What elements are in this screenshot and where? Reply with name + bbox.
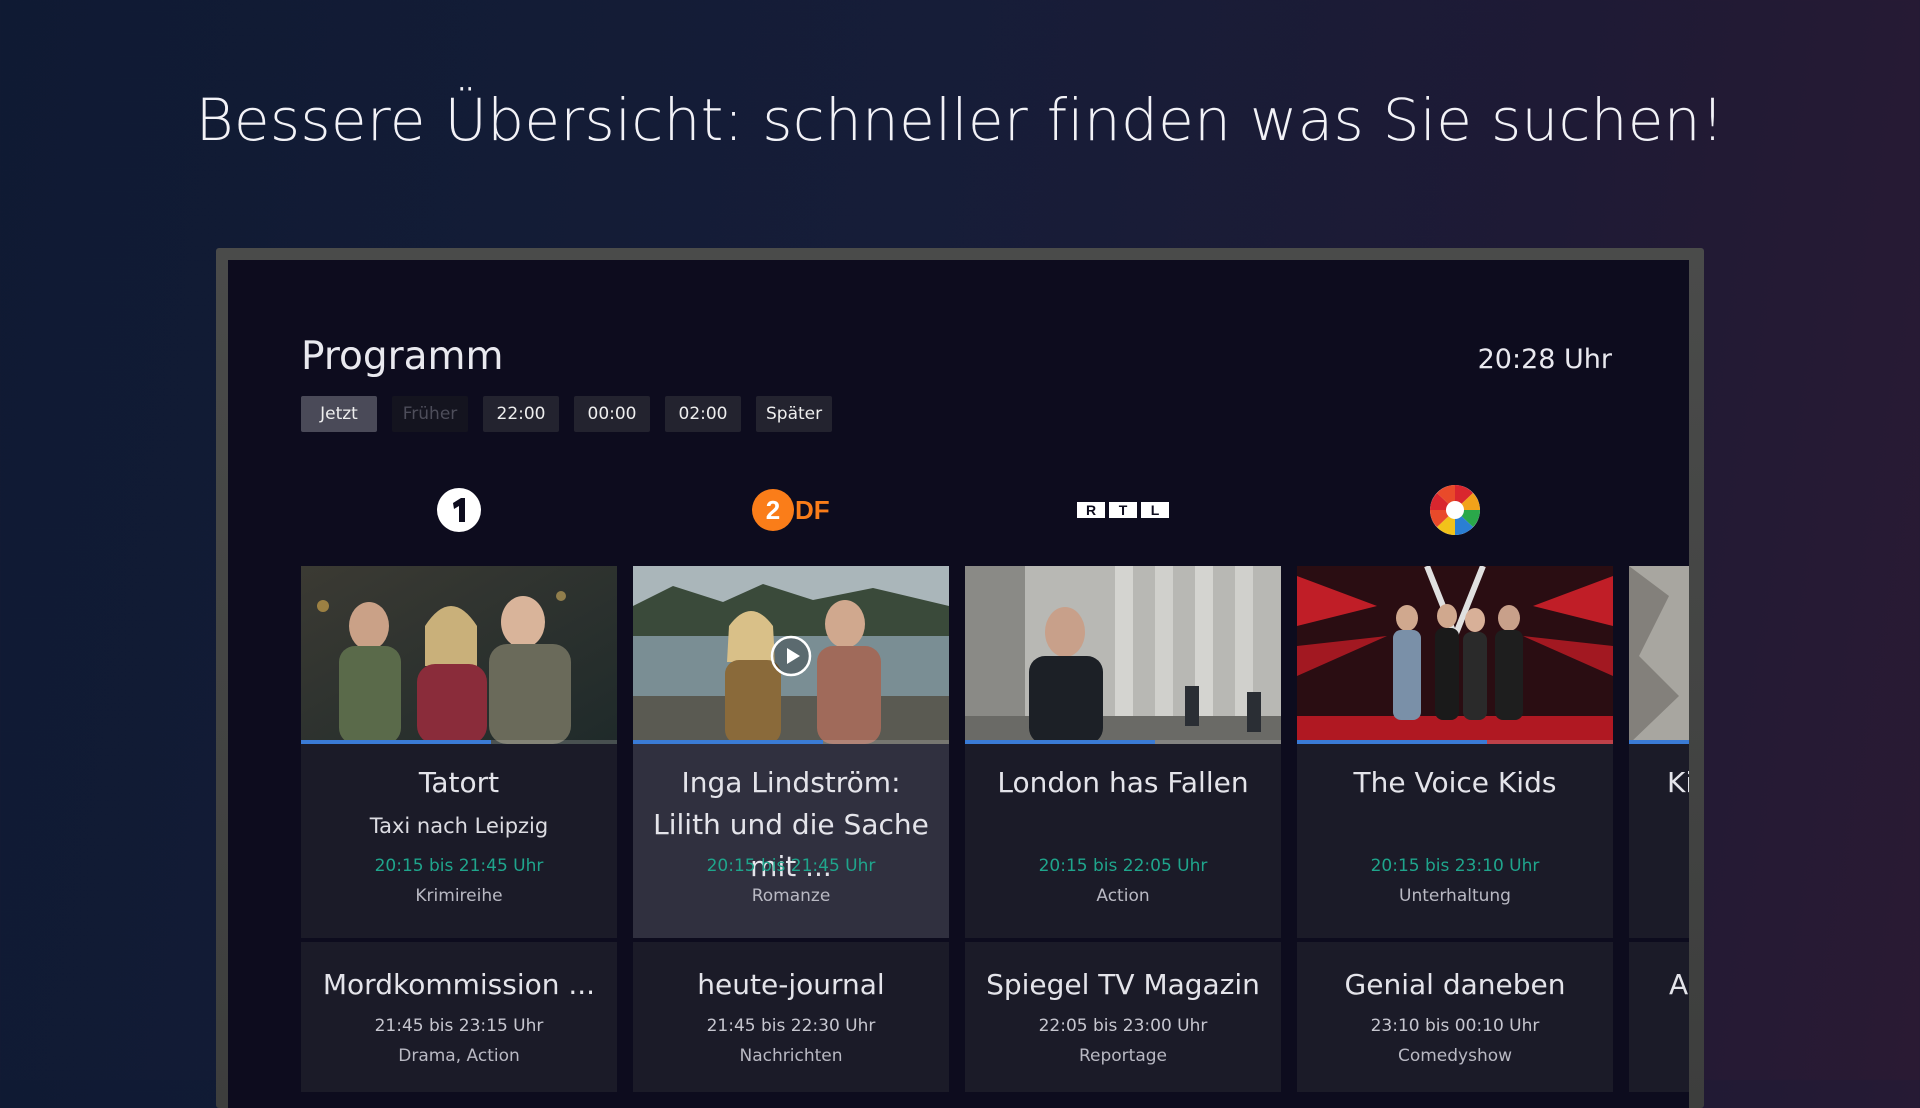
clock: 20:28 Uhr bbox=[1477, 344, 1612, 375]
play-icon[interactable] bbox=[769, 634, 813, 678]
zdf-logo-icon: 2 DF bbox=[752, 489, 830, 531]
time-tabs: Jetzt Früher 22:00 00:00 02:00 Später bbox=[301, 396, 833, 432]
program-title: Ki bbox=[1667, 766, 1689, 799]
program-genre: Romanze bbox=[751, 886, 831, 906]
tab-frueher[interactable]: Früher bbox=[392, 396, 468, 432]
page-title: Programm bbox=[301, 334, 504, 379]
program-title: A bbox=[1669, 968, 1689, 1001]
program-title: Mordkommission ... bbox=[322, 968, 596, 1001]
program-title: heute-journal bbox=[697, 968, 885, 1001]
program-subtitle: Taxi nach Leipzig bbox=[369, 814, 549, 838]
tab-jetzt[interactable]: Jetzt bbox=[301, 396, 377, 432]
tv-screen: Programm 20:28 Uhr Jetzt Früher 22:00 00… bbox=[228, 260, 1689, 1108]
channel-sat1[interactable] bbox=[1297, 470, 1613, 550]
program-thumbnail bbox=[1629, 566, 1689, 744]
program-title: Spiegel TV Magazin bbox=[986, 968, 1260, 1001]
program-time: 21:45 bis 23:15 Uhr bbox=[374, 1016, 544, 1036]
tab-0200[interactable]: 02:00 bbox=[665, 396, 741, 432]
tab-spaeter[interactable]: Später bbox=[756, 396, 833, 432]
program-time: 20:15 bis 21:45 Uhr bbox=[706, 856, 876, 876]
program-thumbnail bbox=[965, 566, 1281, 744]
program-title: The Voice Kids bbox=[1353, 766, 1557, 799]
program-title: London has Fallen bbox=[997, 766, 1249, 799]
svg-text:R: R bbox=[1086, 502, 1096, 518]
program-thumbnail bbox=[301, 566, 617, 744]
svg-text:2: 2 bbox=[766, 495, 780, 525]
program-card-partial[interactable]: Ki bbox=[1629, 566, 1689, 938]
program-genre: Krimireihe bbox=[415, 886, 503, 906]
headline: Bessere Übersicht: schneller finden was … bbox=[195, 86, 1725, 154]
program-time: 22:05 bis 23:00 Uhr bbox=[1038, 1016, 1208, 1036]
program-genre: Unterhaltung bbox=[1399, 886, 1511, 906]
program-genre: Reportage bbox=[1078, 1046, 1168, 1066]
program-card-inga-lindstroem[interactable]: Inga Lindström: Lilith und die Sache mit… bbox=[633, 566, 949, 938]
program-genre: Nachrichten bbox=[739, 1046, 843, 1066]
rtl-logo-icon: R T L bbox=[1077, 502, 1169, 518]
program-thumbnail bbox=[1297, 566, 1613, 744]
program-time: 21:45 bis 22:30 Uhr bbox=[706, 1016, 876, 1036]
program-genre: Action bbox=[1096, 886, 1150, 906]
program-time: 20:15 bis 21:45 Uhr bbox=[374, 856, 544, 876]
program-card-spiegel-tv[interactable]: Spiegel TV Magazin 22:05 bis 23:00 Uhr R… bbox=[965, 942, 1281, 1092]
channel-rtl[interactable]: R T L bbox=[965, 470, 1281, 550]
program-card-london-has-fallen[interactable]: London has Fallen 20:15 bis 22:05 Uhr Ac… bbox=[965, 566, 1281, 938]
svg-text:DF: DF bbox=[795, 495, 830, 525]
svg-text:T: T bbox=[1119, 502, 1128, 518]
channel-das-erste[interactable] bbox=[301, 470, 617, 550]
program-thumbnail bbox=[633, 566, 949, 744]
tv-frame: Programm 20:28 Uhr Jetzt Früher 22:00 00… bbox=[216, 248, 1704, 1108]
program-card-mordkommission[interactable]: Mordkommission ... 21:45 bis 23:15 Uhr D… bbox=[301, 942, 617, 1092]
program-title: Tatort bbox=[418, 766, 500, 799]
program-card-tatort[interactable]: Tatort Taxi nach Leipzig 20:15 bis 21:45… bbox=[301, 566, 617, 938]
tab-2200[interactable]: 22:00 bbox=[483, 396, 559, 432]
program-time: 20:15 bis 22:05 Uhr bbox=[1038, 856, 1208, 876]
das-erste-logo-icon bbox=[437, 488, 481, 532]
program-genre: Comedyshow bbox=[1397, 1046, 1513, 1066]
tab-0000[interactable]: 00:00 bbox=[574, 396, 650, 432]
program-genre: Drama, Action bbox=[398, 1046, 520, 1066]
program-card-the-voice-kids[interactable]: The Voice Kids 20:15 bis 23:10 Uhr Unter… bbox=[1297, 566, 1613, 938]
svg-text:L: L bbox=[1151, 502, 1160, 518]
program-time: 23:10 bis 00:10 Uhr bbox=[1370, 1016, 1540, 1036]
program-time: 20:15 bis 23:10 Uhr bbox=[1370, 856, 1540, 876]
program-card-heute-journal[interactable]: heute-journal 21:45 bis 22:30 Uhr Nachri… bbox=[633, 942, 949, 1092]
program-card-partial-next[interactable]: A bbox=[1629, 942, 1689, 1092]
program-title: Genial daneben bbox=[1344, 968, 1566, 1001]
sat1-logo-icon bbox=[1430, 485, 1480, 535]
program-card-genial-daneben[interactable]: Genial daneben 23:10 bis 00:10 Uhr Comed… bbox=[1297, 942, 1613, 1092]
channel-zdf[interactable]: 2 DF bbox=[633, 470, 949, 550]
